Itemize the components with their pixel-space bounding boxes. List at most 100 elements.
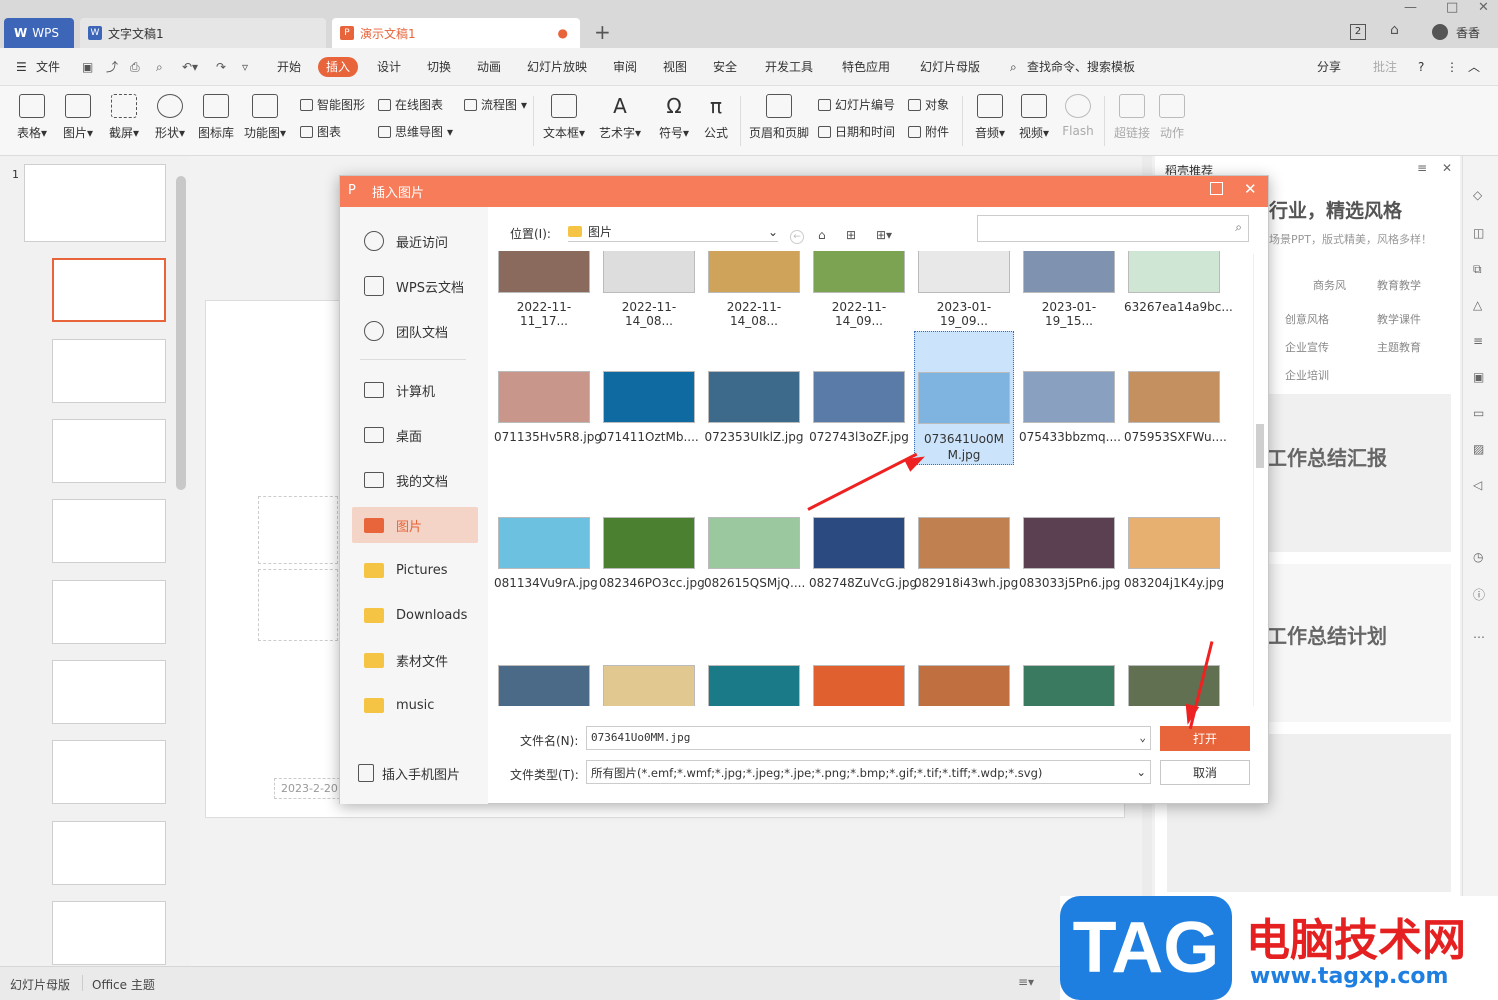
pane-tool-icon[interactable]: ▣: [1473, 370, 1484, 384]
placeholder-box[interactable]: [258, 496, 338, 564]
wps-home-tab[interactable]: W WPS: [4, 18, 74, 48]
file-item[interactable]: 2022-11-14_08...: [704, 251, 804, 328]
pane-menu-icon[interactable]: ≡: [1417, 161, 1427, 175]
collapse-ribbon-icon[interactable]: ︿: [1468, 48, 1480, 86]
scrollbar-thumb[interactable]: [1256, 424, 1264, 468]
user-name[interactable]: 香香: [1456, 24, 1480, 41]
formula-button[interactable]: π 公式: [694, 94, 738, 141]
audio-button[interactable]: 音频▾: [968, 94, 1012, 141]
undo-icon[interactable]: ↶▾: [182, 48, 198, 86]
file-item[interactable]: 2022-11-14_09...: [809, 251, 909, 328]
pane-tool-icon[interactable]: ◫: [1473, 226, 1484, 240]
new-folder-icon[interactable]: ⊞: [846, 228, 856, 242]
help-icon[interactable]: ⓘ: [1473, 586, 1485, 603]
video-button[interactable]: 视频▾: [1012, 94, 1056, 141]
layout-thumbnail[interactable]: [52, 740, 166, 804]
slide-number-button[interactable]: 幻灯片编号: [818, 96, 895, 113]
settings-icon[interactable]: ≡: [1473, 334, 1483, 348]
file-item[interactable]: 083204j1K4y.jpg: [1124, 517, 1224, 590]
file-item[interactable]: 2023-01-19_15...: [1019, 251, 1119, 328]
place-computer[interactable]: 计算机: [352, 372, 478, 408]
pane-tool-icon[interactable]: ⧉: [1473, 262, 1482, 277]
layout-thumbnail[interactable]: [52, 419, 166, 483]
menu-insert[interactable]: 插入: [318, 57, 359, 77]
placeholder-box[interactable]: [258, 569, 338, 641]
help-icon[interactable]: ?: [1418, 48, 1424, 86]
place-recent[interactable]: 最近访问: [352, 223, 478, 259]
pane-tool-icon[interactable]: ◇: [1473, 188, 1482, 202]
file-item[interactable]: 2022-11-11_17...: [494, 251, 594, 328]
layout-thumbnail[interactable]: [52, 258, 166, 322]
filename-field[interactable]: 073641Uo0MM.jpg ⌄: [586, 726, 1151, 750]
layout-thumbnail[interactable]: [52, 660, 166, 724]
wordart-button[interactable]: A 艺术字▾: [596, 94, 644, 141]
comment-button[interactable]: 批注: [1373, 48, 1397, 86]
history-icon[interactable]: ◷: [1473, 550, 1483, 564]
file-item[interactable]: [914, 665, 1014, 706]
search-input[interactable]: ⌕: [977, 215, 1249, 242]
new-tab-button[interactable]: +: [594, 20, 611, 44]
filetype-select[interactable]: 所有图片(*.emf;*.wmf;*.jpg;*.jpeg;*.jpe;*.pn…: [586, 760, 1151, 784]
screenshot-button[interactable]: 截屏▾: [102, 94, 146, 141]
close-window-icon[interactable]: ✕: [1478, 0, 1489, 15]
flash-button[interactable]: Flash: [1056, 94, 1100, 138]
file-item[interactable]: [494, 665, 594, 706]
redo-icon[interactable]: ↷: [216, 48, 226, 86]
attachment-button[interactable]: 附件: [908, 123, 949, 140]
pane-tool-icon[interactable]: △: [1473, 298, 1482, 312]
category-tag[interactable]: 创意风格: [1285, 311, 1329, 327]
layout-thumbnail[interactable]: [52, 901, 166, 965]
audio-icon[interactable]: ◁: [1473, 478, 1482, 492]
category-tag[interactable]: 企业宣传: [1285, 339, 1329, 355]
grid-scrollbar[interactable]: [1253, 254, 1265, 706]
textbox-button[interactable]: 文本框▾: [540, 94, 588, 141]
date-placeholder[interactable]: 2023-2-20: [274, 778, 345, 799]
layout-thumbnail[interactable]: [52, 499, 166, 563]
location-select[interactable]: 图片 ⌄: [568, 222, 778, 242]
category-tag[interactable]: 教学课件: [1377, 311, 1421, 327]
menu-slideshow[interactable]: 幻灯片放映: [527, 48, 587, 86]
up-folder-icon[interactable]: ⌂: [818, 228, 826, 242]
view-mode-icon[interactable]: ⊞▾: [876, 228, 892, 242]
file-item[interactable]: [809, 665, 909, 706]
file-item[interactable]: 083033j5Pn6.jpg: [1019, 517, 1120, 590]
category-tag[interactable]: 企业培训: [1285, 367, 1329, 383]
category-tag[interactable]: 教育教学: [1377, 277, 1421, 293]
file-item[interactable]: 082918i43wh.jpg: [914, 517, 1018, 590]
file-item[interactable]: 075953SXFWu....: [1124, 371, 1227, 444]
master-thumbnail[interactable]: [24, 164, 166, 242]
symbol-button[interactable]: Ω 符号▾: [652, 94, 696, 141]
cancel-button[interactable]: 取消: [1160, 760, 1250, 785]
customize-icon[interactable]: ▿: [242, 48, 248, 86]
file-item[interactable]: 071135Hv5R8.jpg: [494, 371, 602, 444]
datetime-button[interactable]: 日期和时间: [818, 123, 895, 140]
file-item[interactable]: 63267ea14a9bc...: [1124, 251, 1233, 314]
minimize-icon[interactable]: —: [1404, 0, 1417, 15]
dialog-close-icon[interactable]: ✕: [1244, 180, 1257, 198]
back-icon[interactable]: ←: [790, 230, 804, 244]
layout-thumbnail[interactable]: [52, 580, 166, 644]
more-icon[interactable]: ⋮: [1446, 48, 1458, 86]
menu-developer[interactable]: 开发工具: [765, 48, 813, 86]
menu-slide-master[interactable]: 幻灯片母版: [920, 48, 980, 86]
menu-file[interactable]: 文件: [36, 48, 60, 86]
file-item[interactable]: 2022-11-14_08...: [599, 251, 699, 328]
hyperlink-button[interactable]: 超链接: [1110, 94, 1154, 141]
flowchart-button[interactable]: 流程图 ▾: [464, 96, 527, 113]
file-item[interactable]: 072743l3oZF.jpg: [809, 371, 909, 444]
insert-phone-picture-button[interactable]: 插入手机图片: [346, 755, 472, 791]
insert-picture-button[interactable]: 图片▾: [56, 94, 100, 141]
layout-thumbnail[interactable]: [52, 821, 166, 885]
action-button[interactable]: 动作: [1150, 94, 1194, 141]
menu-security[interactable]: 安全: [713, 48, 737, 86]
open-button[interactable]: 打开: [1160, 726, 1250, 751]
layout-thumbnail[interactable]: [52, 339, 166, 403]
file-item[interactable]: 081134Vu9rA.jpg: [494, 517, 598, 590]
place-desktop[interactable]: 桌面: [352, 417, 478, 453]
insert-table-button[interactable]: 表格▾: [10, 94, 54, 141]
save-icon[interactable]: ▣: [82, 48, 93, 86]
category-tag[interactable]: 主题教育: [1377, 339, 1421, 355]
pane-tool-icon[interactable]: ▭: [1473, 406, 1484, 420]
tab-writer-doc[interactable]: W 文字文稿1: [80, 18, 326, 48]
notes-icon[interactable]: ≡▾: [1018, 975, 1034, 989]
